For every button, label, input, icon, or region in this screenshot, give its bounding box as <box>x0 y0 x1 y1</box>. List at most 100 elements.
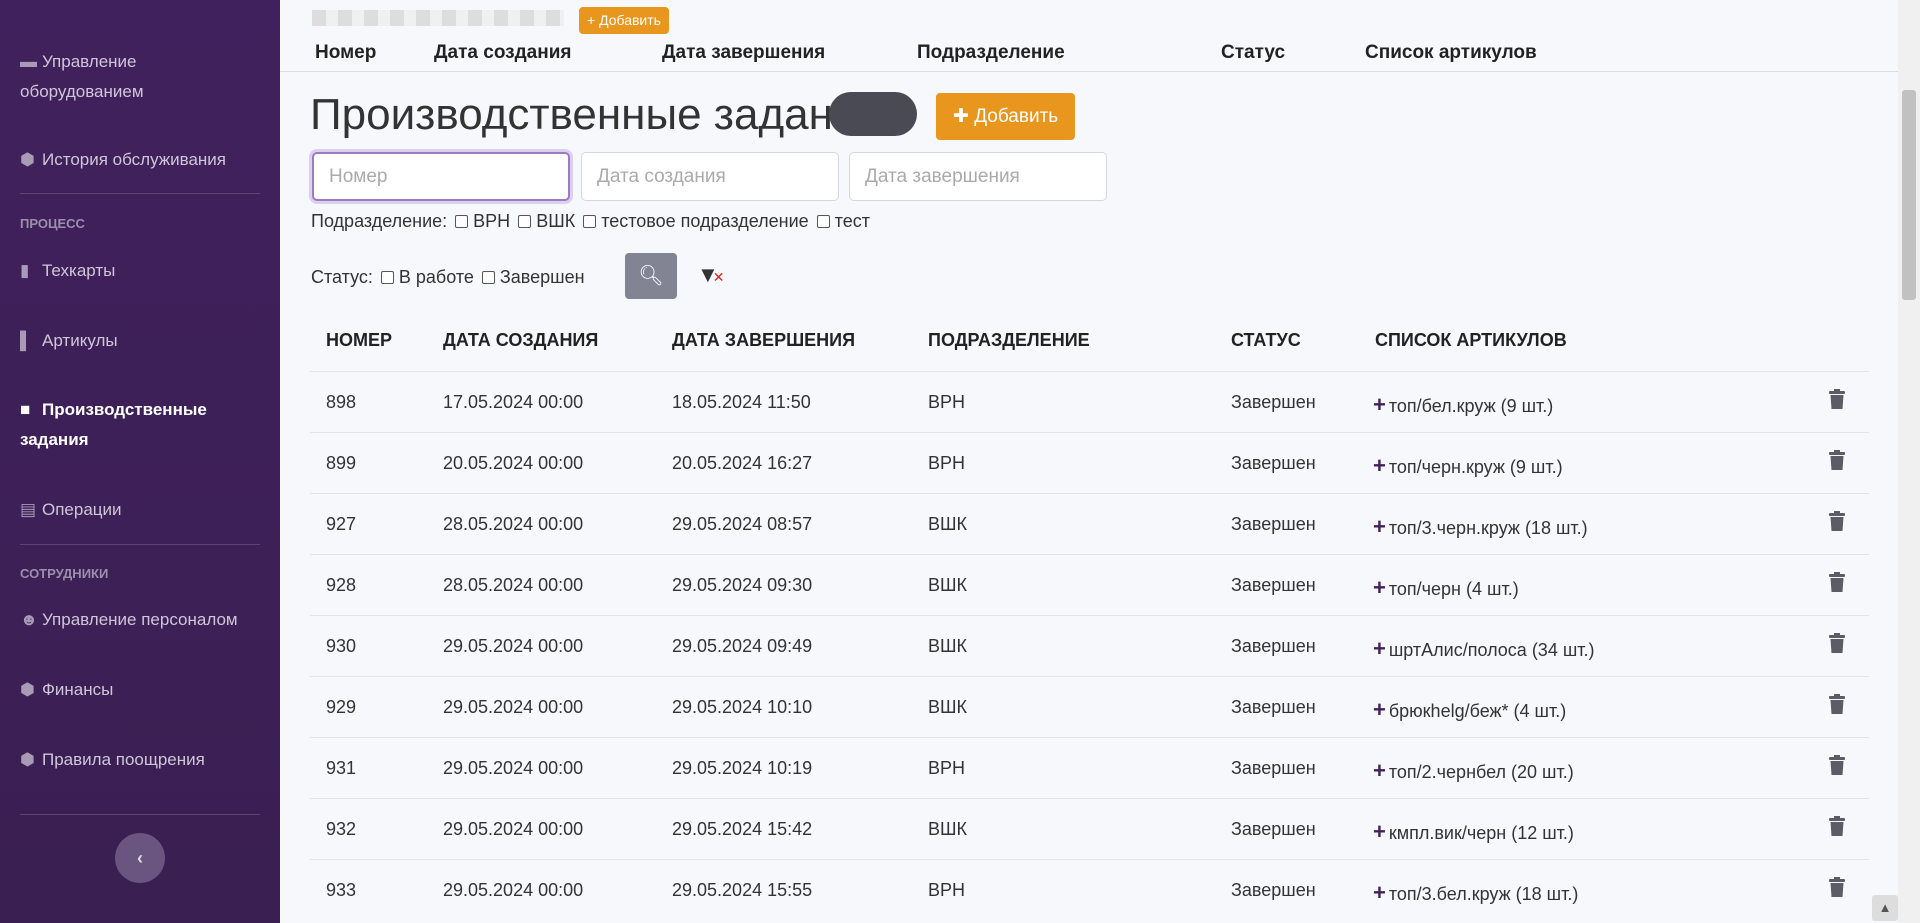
cell: Завершен <box>1231 514 1316 534</box>
cell: ВШК <box>928 697 967 717</box>
cell: 29.05.2024 00:00 <box>443 758 584 778</box>
table-row[interactable]: 932 29.05.2024 00:00 29.05.2024 15:42 ВШК За… <box>310 798 1869 859</box>
cell: 28.05.2024 00:00 <box>443 575 584 595</box>
expand-plus-icon[interactable]: + <box>1373 514 1386 539</box>
cell: 29.05.2024 00:00 <box>443 636 584 656</box>
sidebar-item-equipment[interactable]: ▬ Управление оборудованием <box>20 47 260 107</box>
articles-cell: + топ/черн.круж (9 шт.) <box>1373 453 1563 478</box>
table-row[interactable]: 931 29.05.2024 00:00 29.05.2024 10:19 ВРН За… <box>310 737 1869 798</box>
scroll-up-button[interactable]: ▲ <box>1872 895 1898 921</box>
add-button[interactable]: ✚ Добавить <box>936 93 1076 140</box>
expand-plus-icon[interactable]: + <box>1373 819 1386 844</box>
sidebar-item-rewards[interactable]: ⬢ Правила поощрения <box>20 745 260 775</box>
col-finished: ДАТА ЗАВЕРШЕНИЯ <box>672 330 856 350</box>
users-icon: ☻ <box>20 610 38 629</box>
number-input[interactable] <box>312 152 570 201</box>
sidebar-item-maintenance-history[interactable]: ⬢ История обслуживания <box>20 145 260 175</box>
division-checkbox[interactable]: ВШК <box>518 211 575 232</box>
sidebar-item-production-tasks[interactable]: ■ Производственные задания <box>20 395 260 455</box>
col-division: ПОДРАЗДЕЛЕНИЕ <box>928 330 1090 350</box>
cell: 927 <box>326 514 357 534</box>
sticky-col-number: Номер <box>315 42 377 63</box>
cube-icon: ⬢ <box>20 150 35 169</box>
status-checkbox[interactable]: В работе <box>380 267 474 288</box>
cell: Завершен <box>1231 819 1316 839</box>
sidebar-item-operations[interactable]: ▤ Операции <box>20 495 260 525</box>
divider <box>20 544 260 545</box>
cell: 931 <box>326 758 357 778</box>
sidebar-item-staff[interactable]: ☻ Управление персоналом <box>20 605 260 635</box>
page-title: Производственные задания <box>310 90 882 139</box>
col-number: НОМЕР <box>326 330 393 350</box>
cell: Завершен <box>1231 758 1316 778</box>
division-filter: Подразделение: ВРН ВШК тестовое подразде… <box>311 211 870 232</box>
expand-plus-icon[interactable]: + <box>1373 636 1386 661</box>
table-row[interactable]: 899 20.05.2024 00:00 20.05.2024 16:27 ВРН За… <box>310 432 1869 493</box>
collapse-sidebar-button[interactable]: ‹ <box>115 833 165 883</box>
division-checkbox[interactable]: ВРН <box>455 211 510 232</box>
trash-icon[interactable] <box>1829 389 1845 409</box>
expand-plus-icon[interactable]: + <box>1373 697 1386 722</box>
sticky-col-finished: Дата завершения <box>662 42 826 63</box>
col-status: СТАТУС <box>1231 330 1301 350</box>
trash-icon[interactable] <box>1829 694 1845 714</box>
trash-icon[interactable] <box>1829 755 1845 775</box>
trash-icon[interactable] <box>1829 450 1845 470</box>
created-date-input[interactable] <box>581 152 839 201</box>
sticky-col-division: Подразделение <box>917 42 1065 63</box>
table-row[interactable]: 928 28.05.2024 00:00 29.05.2024 09:30 ВШК За… <box>310 554 1869 615</box>
trash-icon[interactable] <box>1829 572 1845 592</box>
expand-plus-icon[interactable]: + <box>1373 453 1386 478</box>
sidebar-item-finance[interactable]: ⬢ Финансы <box>20 675 260 705</box>
trash-icon[interactable] <box>1829 816 1845 836</box>
table-row[interactable]: 927 28.05.2024 00:00 29.05.2024 08:57 ВШК За… <box>310 493 1869 554</box>
cell: 29.05.2024 10:10 <box>672 697 813 717</box>
cell: Завершен <box>1231 636 1316 656</box>
sticky-add-button[interactable]: + Добавить <box>579 7 669 34</box>
table-row[interactable]: 933 29.05.2024 00:00 29.05.2024 15:55 ВРН За… <box>310 859 1869 920</box>
articles-cell: + кмпл.вик/черн (12 шт.) <box>1373 819 1574 844</box>
cell: ВШК <box>928 514 967 534</box>
scrollbar-thumb[interactable] <box>1902 90 1916 300</box>
sidebar-item-articles[interactable]: ▌ Артикулы <box>20 326 260 356</box>
section-employees: СОТРУДНИКИ <box>20 566 109 581</box>
search-button[interactable]: 🔍︎ <box>625 253 677 299</box>
count-badge <box>829 92 917 136</box>
cube-icon: ⬢ <box>20 680 35 699</box>
clear-filter-icon[interactable]: ▼✕ <box>697 262 725 288</box>
ruler-icon: ▌ <box>20 331 33 350</box>
clipboard-icon: ▤ <box>20 500 37 519</box>
search-icon: 🔍︎ <box>638 265 664 287</box>
expand-plus-icon[interactable]: + <box>1373 758 1386 783</box>
status-filter: Статус: В работе Завершен <box>311 267 585 288</box>
division-checkbox[interactable]: тестовое подразделение <box>583 211 809 232</box>
finished-date-input[interactable] <box>849 152 1107 201</box>
col-created: ДАТА СОЗДАНИЯ <box>443 330 599 350</box>
table-row[interactable]: 929 29.05.2024 00:00 29.05.2024 10:10 ВШК За… <box>310 676 1869 737</box>
status-checkbox[interactable]: Завершен <box>481 267 585 288</box>
cell: ВРН <box>928 758 966 778</box>
cell: 20.05.2024 00:00 <box>443 453 584 473</box>
trash-icon[interactable] <box>1829 877 1845 897</box>
articles-cell: + топ/бел.круж (9 шт.) <box>1373 392 1554 417</box>
expand-plus-icon[interactable]: + <box>1373 392 1386 417</box>
cell: Завершен <box>1231 697 1316 717</box>
division-checkbox[interactable]: тест <box>816 211 870 232</box>
trash-icon[interactable] <box>1829 511 1845 531</box>
cell: 29.05.2024 10:19 <box>672 758 813 778</box>
table-row[interactable]: 930 29.05.2024 00:00 29.05.2024 09:49 ВШК За… <box>310 615 1869 676</box>
cell: 18.05.2024 11:50 <box>672 392 811 412</box>
cell: ВРН <box>928 880 966 900</box>
cell: 928 <box>326 575 357 595</box>
expand-plus-icon[interactable]: + <box>1373 575 1386 600</box>
articles-cell: + топ/3.черн.круж (18 шт.) <box>1373 514 1588 539</box>
cell: ВРН <box>928 453 966 473</box>
table-row[interactable]: 898 17.05.2024 00:00 18.05.2024 11:50 ВРН За… <box>310 371 1869 432</box>
cell: Завершен <box>1231 880 1316 900</box>
articles-cell: + топ/черн (4 шт.) <box>1373 575 1519 600</box>
articles-cell: + шртАлис/полоса (34 шт.) <box>1373 636 1595 661</box>
trash-icon[interactable] <box>1829 633 1845 653</box>
expand-plus-icon[interactable]: + <box>1373 880 1386 905</box>
cell: 28.05.2024 00:00 <box>443 514 584 534</box>
sidebar-item-techcards[interactable]: ▮ Техкарты <box>20 256 260 286</box>
